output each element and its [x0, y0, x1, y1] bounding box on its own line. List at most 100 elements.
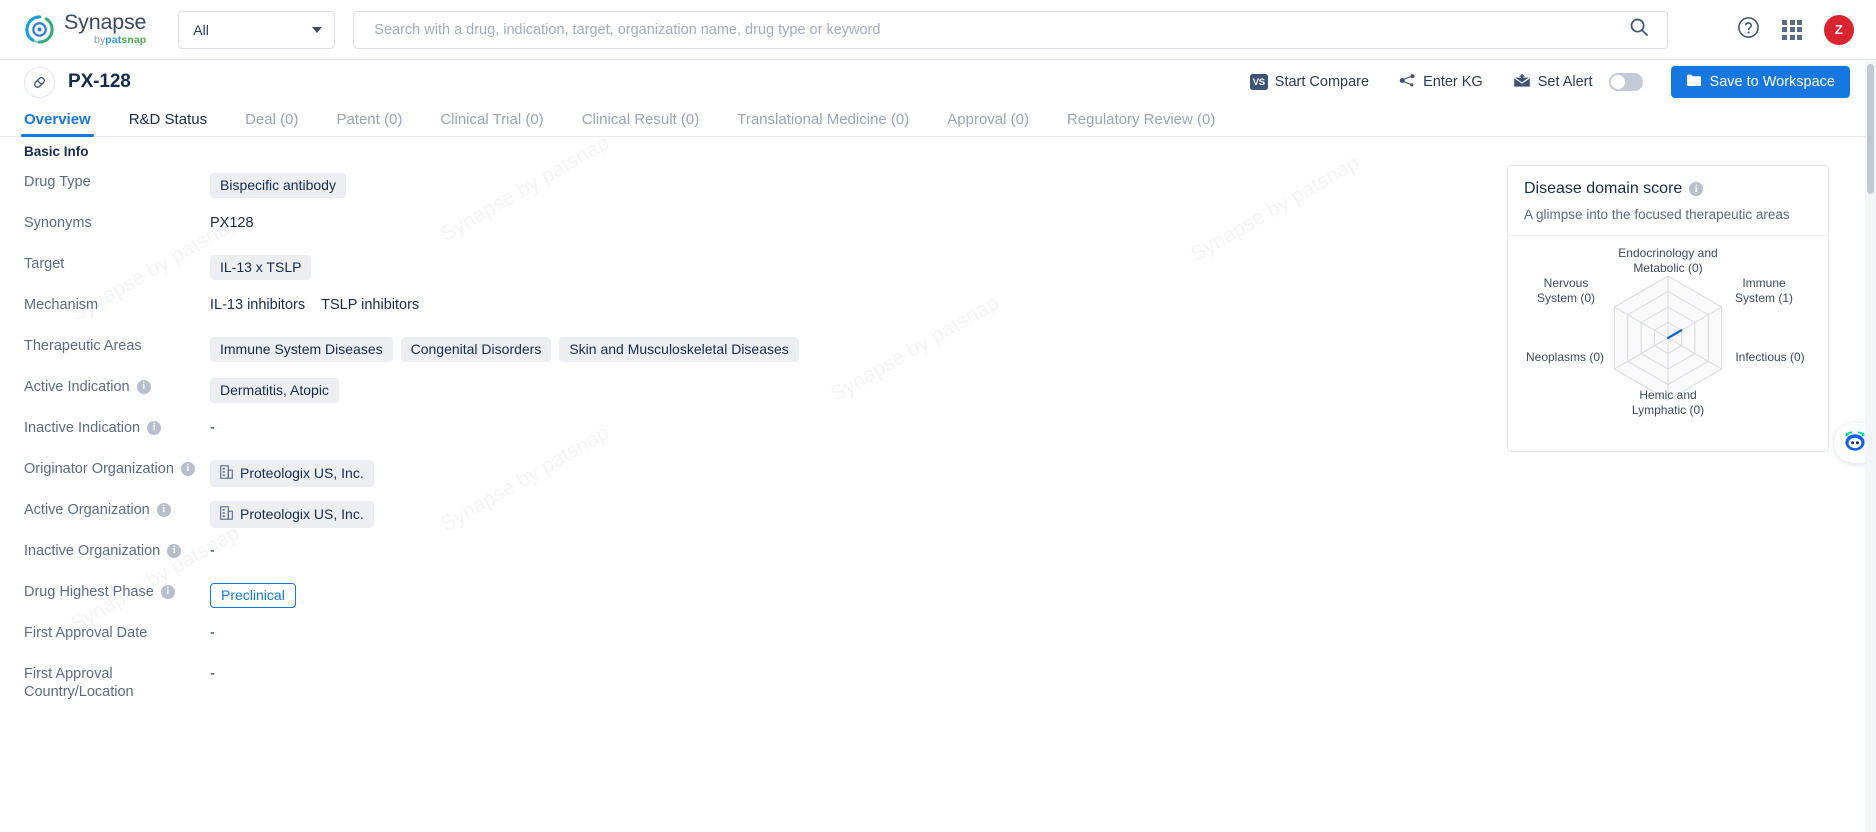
chip-active-organization[interactable]: Proteologix US, Inc. — [210, 501, 374, 528]
empty-value: - — [210, 666, 215, 682]
field-label: Synonyms — [24, 215, 92, 231]
mechanism-item: TSLP inhibitors — [321, 297, 420, 313]
page-scrollbar[interactable] — [1865, 60, 1876, 832]
tab-overview[interactable]: Overview — [21, 111, 94, 137]
enter-kg-button[interactable]: Enter KG — [1399, 73, 1483, 92]
global-search-box[interactable] — [353, 10, 1669, 49]
field-label: Drug Type — [24, 174, 91, 190]
save-to-workspace-button[interactable]: Save to Workspace — [1670, 66, 1850, 98]
brand-logo-area[interactable]: Synapse bypatsnap — [24, 11, 147, 47]
chip-target[interactable]: IL-13 x TSLP — [210, 255, 312, 280]
radar-chart-body: Endocrinology and Metabolic (0) Immune S… — [1508, 236, 1828, 451]
title-row-actions: VS Start Compare Enter KG Set Alert Save… — [1220, 66, 1850, 98]
enter-kg-label: Enter KG — [1423, 74, 1483, 90]
status-badge-phase[interactable]: Preclinical — [210, 583, 296, 608]
search-scope-select[interactable]: All — [178, 10, 336, 49]
organization-building-icon — [220, 506, 233, 523]
tab-deal[interactable]: Deal (0) — [245, 111, 298, 136]
overview-content: Synapse by patsnap Synapse by patsnap Sy… — [0, 137, 1876, 832]
card-subtitle: A glimpse into the focused therapeutic a… — [1524, 207, 1790, 222]
knowledge-graph-icon — [1399, 73, 1416, 92]
chip-originator-organization[interactable]: Proteologix US, Inc. — [210, 460, 374, 487]
tab-clinical-result[interactable]: Clinical Result (0) — [582, 111, 700, 136]
start-compare-button[interactable]: VS Start Compare — [1249, 74, 1369, 90]
field-label: Originator Organization i — [0, 460, 210, 478]
field-label: Target — [24, 256, 65, 272]
info-icon[interactable]: i — [136, 380, 151, 394]
field-row-first-approval-country: First Approval Country/Location - — [0, 665, 1876, 706]
radar-axis-label-neoplasms: Neoplasms (0) — [1525, 350, 1605, 364]
tab-translational-medicine[interactable]: Translational Medicine (0) — [737, 111, 909, 136]
empty-value: - — [210, 625, 215, 641]
tab-clinical-trial[interactable]: Clinical Trial (0) — [440, 111, 543, 136]
field-value: Preclinical — [210, 583, 1876, 608]
radar-axis-label-endocrinology: Endocrinology and Metabolic (0) — [1618, 246, 1718, 275]
field-row-inactive-organization: Inactive Organization i - — [0, 542, 1876, 583]
brand-wordmark: Synapse bypatsnap — [64, 11, 147, 47]
page-title: PX-128 — [68, 71, 131, 92]
info-icon[interactable]: i — [167, 544, 182, 558]
radar-axis-label-infectious: Infectious (0) — [1735, 350, 1805, 364]
scrollbar-thumb[interactable] — [1867, 64, 1874, 194]
field-value: - — [210, 624, 1876, 642]
chip-drug-type[interactable]: Bispecific antibody — [210, 173, 346, 198]
synonym-value: PX128 — [210, 215, 254, 231]
field-label: Active Organization i — [0, 501, 210, 519]
set-alert-toggle[interactable] — [1608, 73, 1643, 91]
empty-value: - — [210, 543, 215, 559]
field-label: Inactive Organization i — [0, 542, 210, 560]
pill-capsule-icon — [24, 66, 55, 98]
folder-icon — [1686, 73, 1702, 91]
field-value: Proteologix US, Inc. — [210, 460, 1876, 487]
tab-rd-status[interactable]: R&D Status — [129, 111, 207, 136]
tab-patent[interactable]: Patent (0) — [336, 111, 402, 136]
chip-therapeutic-area[interactable]: Congenital Disorders — [400, 337, 552, 362]
field-row-active-organization: Active Organization i Proteologix US, In… — [0, 501, 1876, 542]
set-alert-label: Set Alert — [1537, 74, 1593, 90]
tab-regulatory-review[interactable]: Regulatory Review (0) — [1067, 111, 1215, 136]
field-label: Active Indication i — [0, 378, 210, 396]
info-icon[interactable]: i — [156, 503, 171, 517]
alert-bell-mail-icon — [1513, 73, 1531, 92]
mechanism-item: IL-13 inhibitors — [210, 297, 306, 313]
chip-active-indication[interactable]: Dermatitis, Atopic — [210, 378, 339, 403]
field-label: Inactive Indication i — [0, 419, 210, 437]
synapse-logo-icon — [24, 14, 55, 45]
field-label: First Approval Country/Location — [24, 666, 134, 700]
field-label: Drug Highest Phase i — [0, 583, 210, 601]
apps-grid-icon[interactable] — [1782, 19, 1802, 40]
tab-approval[interactable]: Approval (0) — [947, 111, 1029, 136]
disease-domain-score-card: Disease domain score i A glimpse into th… — [1507, 165, 1829, 452]
radar-axis-label-nervous-system: Nervous System (0) — [1536, 276, 1595, 305]
info-icon[interactable]: i — [160, 585, 175, 599]
info-icon[interactable]: i — [1689, 182, 1704, 196]
field-label: Mechanism — [24, 297, 99, 313]
search-scope-value: All — [193, 21, 209, 38]
header-actions: Z — [1711, 14, 1854, 45]
set-alert-control[interactable]: Set Alert — [1513, 73, 1643, 92]
field-label: Therapeutic Areas — [24, 338, 142, 354]
section-title-basic-info: Basic Info — [24, 144, 89, 159]
field-value: - — [210, 542, 1876, 560]
card-title: Disease domain score — [1524, 180, 1683, 197]
search-input[interactable] — [372, 20, 1630, 39]
help-circle-icon[interactable] — [1737, 16, 1760, 44]
chip-therapeutic-area[interactable]: Skin and Musculoskeletal Diseases — [559, 337, 799, 362]
info-icon[interactable]: i — [147, 421, 162, 435]
card-title-row: Disease domain score i — [1524, 180, 1812, 198]
save-to-workspace-label: Save to Workspace — [1709, 74, 1835, 90]
chevron-down-icon — [312, 26, 323, 33]
info-icon[interactable]: i — [180, 462, 195, 476]
avatar[interactable]: Z — [1824, 14, 1854, 45]
search-icon[interactable] — [1629, 17, 1649, 42]
empty-value: - — [210, 420, 215, 436]
detail-tabs: Overview R&D Status Deal (0) Patent (0) … — [0, 104, 1876, 137]
card-header: Disease domain score i A glimpse into th… — [1508, 166, 1828, 236]
field-value: Proteologix US, Inc. — [210, 501, 1876, 528]
top-header-bar: Synapse bypatsnap All Z — [0, 0, 1876, 60]
organization-building-icon — [220, 465, 233, 482]
field-value: - — [210, 665, 1876, 683]
chip-therapeutic-area[interactable]: Immune System Diseases — [210, 337, 393, 362]
field-row-originator-organization: Originator Organization i Proteologix US… — [0, 460, 1876, 501]
brand-tagline: bypatsnap — [94, 33, 147, 46]
